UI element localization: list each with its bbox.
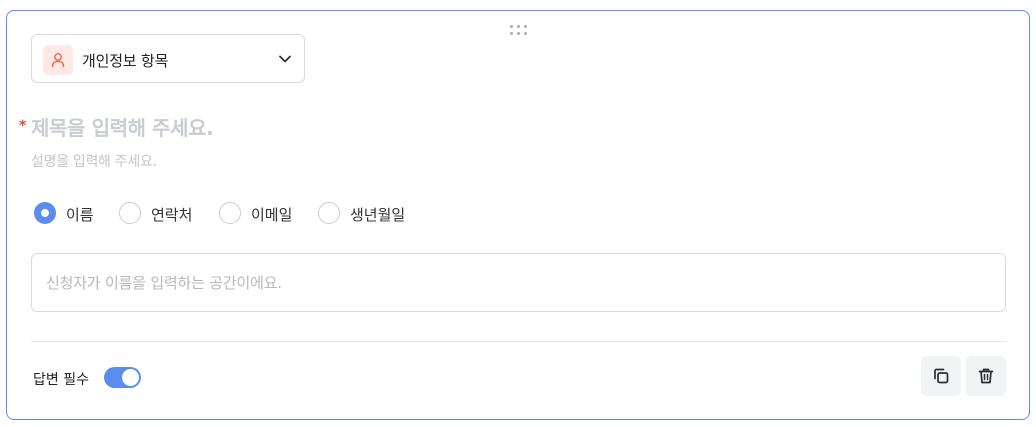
question-type-label: 개인정보 항목 (82, 52, 169, 70)
question-description-input[interactable]: 설명을 입력해 주세요. (31, 151, 157, 171)
toggle-knob (122, 369, 139, 386)
question-type-dropdown[interactable]: 개인정보 항목 (31, 34, 305, 83)
required-toggle-label: 답변 필수 (33, 372, 89, 388)
required-toggle[interactable] (104, 367, 141, 388)
divider (31, 341, 1006, 342)
radio-button[interactable] (34, 202, 56, 224)
chevron-down-icon (279, 55, 291, 63)
radio-label: 연락처 (151, 206, 193, 224)
radio-button[interactable] (119, 202, 141, 224)
drag-handle-icon[interactable] (510, 25, 528, 37)
copy-icon (934, 368, 949, 384)
question-title-input[interactable]: 제목을 입력해 주세요. (31, 112, 214, 141)
trash-icon (978, 368, 994, 384)
answer-placeholder: 신청자가 이름을 입력하는 공간이에요. (46, 274, 282, 292)
answer-input[interactable]: 신청자가 이름을 입력하는 공간이에요. (31, 253, 1006, 312)
delete-button[interactable] (966, 356, 1006, 396)
radio-label: 생년월일 (350, 206, 406, 224)
radio-button[interactable] (318, 202, 340, 224)
radio-label: 이름 (66, 206, 94, 224)
duplicate-button[interactable] (921, 356, 961, 396)
radio-label: 이메일 (251, 206, 293, 224)
question-card: 개인정보 항목 * 제목을 입력해 주세요. 설명을 입력해 주세요. 이름 연… (6, 10, 1030, 420)
required-asterisk: * (19, 118, 27, 134)
person-icon (43, 45, 73, 75)
radio-button[interactable] (219, 202, 241, 224)
